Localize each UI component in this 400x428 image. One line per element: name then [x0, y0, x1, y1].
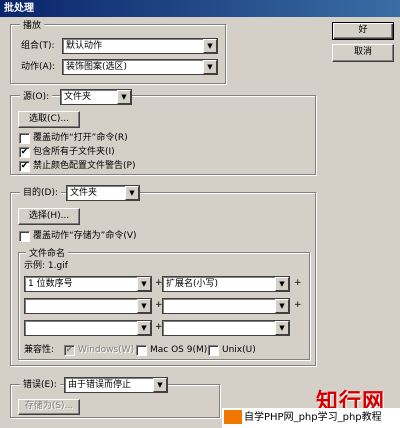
errors-label: 错误(E): — [20, 378, 60, 392]
override-open-label: 覆盖动作“打开”命令(R) — [33, 133, 128, 143]
chevron-down-icon: ▼ — [137, 321, 151, 335]
chevron-down-icon: ▼ — [275, 299, 289, 313]
chevron-down-icon: ▼ — [203, 60, 217, 74]
source-choose-button[interactable]: 选取(C)... — [18, 111, 80, 128]
cancel-button[interactable]: 取消 — [332, 44, 394, 62]
naming-example: 示例: 1.gif — [24, 261, 68, 271]
site-logo-icon — [224, 410, 242, 424]
chevron-down-icon: ▼ — [275, 321, 289, 335]
errors-value: 由于错误而停止 — [68, 380, 132, 390]
override-open-checkbox[interactable] — [19, 133, 30, 144]
chevron-down-icon: ▼ — [137, 299, 151, 313]
set-select[interactable]: 默认动作 ▼ — [62, 38, 218, 54]
chevron-down-icon: ▼ — [117, 90, 131, 104]
naming-field-4[interactable]: ▼ — [162, 298, 290, 314]
compat-mac-label: Mac OS 9(M) — [150, 345, 208, 355]
set-value: 默认动作 — [66, 41, 103, 51]
naming-field-2-value: 扩展名(小写) — [166, 279, 219, 289]
compat-unix-label: Unix(U) — [222, 345, 256, 355]
destination-select[interactable]: 文件夹 ▼ — [66, 185, 140, 201]
override-save-label: 覆盖动作“存储为”命令(V) — [33, 231, 137, 241]
compat-mac-checkbox[interactable] — [136, 345, 147, 356]
naming-field-3[interactable]: ▼ — [24, 298, 152, 314]
action-label: 动作(A): — [21, 62, 56, 72]
action-select[interactable]: 装饰图案(选区) ▼ — [62, 59, 218, 75]
chevron-down-icon: ▼ — [137, 277, 151, 291]
compat-label: 兼容性: — [24, 345, 55, 355]
errors-select[interactable]: 由于错误而停止 ▼ — [64, 377, 168, 393]
suppress-color-checkbox[interactable]: ✔ — [19, 161, 30, 172]
source-value: 文件夹 — [64, 92, 92, 102]
chevron-down-icon: ▼ — [203, 39, 217, 53]
compat-windows-checkbox[interactable]: ✔ — [64, 345, 75, 356]
naming-field-5[interactable]: ▼ — [24, 320, 152, 336]
chevron-down-icon: ▼ — [153, 378, 167, 392]
watermark-text: 自学PHP网_php学习_php教程 — [244, 412, 382, 423]
include-subfolders-label: 包含所有子文件夹(I) — [33, 147, 115, 157]
naming-field-6[interactable]: ▼ — [162, 320, 290, 336]
file-naming-legend: 文件命名 — [26, 246, 69, 259]
compat-unix-checkbox[interactable] — [208, 345, 219, 356]
compat-windows-label: Windows(W) — [78, 345, 135, 355]
action-value: 装饰图案(选区) — [66, 62, 128, 72]
play-group — [10, 24, 226, 84]
source-select[interactable]: 文件夹 ▼ — [60, 89, 132, 105]
include-subfolders-checkbox[interactable]: ✔ — [19, 147, 30, 158]
set-label: 组合(T): — [21, 41, 55, 51]
ok-button[interactable]: 好 — [332, 22, 394, 40]
play-legend: 播放 — [20, 18, 45, 31]
chevron-down-icon: ▼ — [275, 277, 289, 291]
destination-label: 目的(D): — [20, 186, 61, 200]
window-title: 批处理 — [0, 0, 400, 17]
suppress-color-label: 禁止颜色配置文件警告(P) — [33, 161, 136, 171]
source-label: 源(O): — [20, 90, 53, 104]
naming-field-1[interactable]: 1 位数序号 ▼ — [24, 276, 152, 292]
naming-field-1-value: 1 位数序号 — [28, 279, 73, 289]
plus-sign: + — [294, 278, 302, 288]
naming-field-2[interactable]: 扩展名(小写) ▼ — [162, 276, 290, 292]
destination-value: 文件夹 — [70, 188, 98, 198]
watermark-bar: 自学PHP网_php学习_php教程 — [222, 408, 400, 428]
destination-choose-button[interactable]: 选择(H)... — [18, 208, 80, 225]
save-as-button[interactable]: 存储为(S)... — [18, 399, 80, 415]
override-save-checkbox[interactable] — [19, 231, 30, 242]
plus-sign: + — [294, 300, 302, 310]
chevron-down-icon: ▼ — [125, 186, 139, 200]
